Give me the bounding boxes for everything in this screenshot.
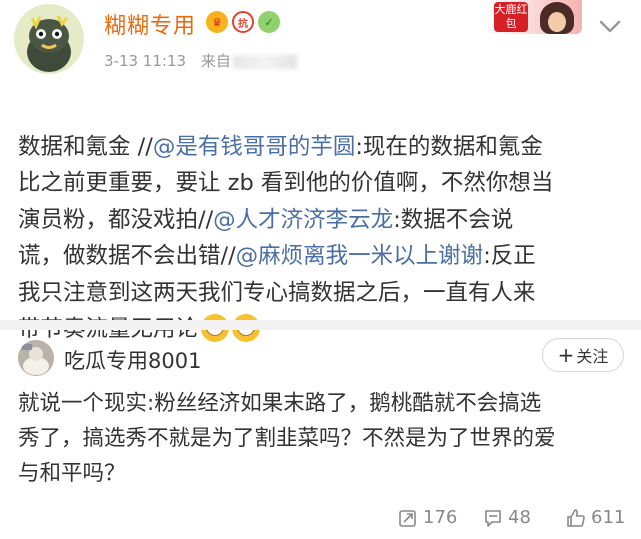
comment-icon — [485, 509, 501, 527]
thumbs-up-icon — [567, 508, 585, 527]
post-source-redacted — [232, 54, 297, 69]
commenter-name[interactable]: 吃瓜专用8001 — [64, 345, 201, 375]
post-time: 3-13 11:13 — [104, 52, 187, 70]
post-text: 数据和氪金 //@是有钱哥哥的芋圆:现在的数据和氪金 比之前更重要，要让 zb … — [18, 92, 623, 348]
commenter-avatar[interactable] — [18, 340, 54, 376]
post-source-label: 来自 — [200, 52, 231, 70]
author-badges: ♛ 抗 ✓ — [206, 11, 280, 33]
comment-count: 48 — [508, 507, 531, 528]
plus-icon: + — [557, 343, 575, 367]
repost-count: 176 — [423, 507, 458, 528]
crown-badge-icon: ♛ — [206, 11, 228, 33]
follow-label: 关注 — [576, 347, 609, 366]
like-button[interactable]: 611 — [566, 507, 625, 528]
repost-icon — [399, 509, 416, 527]
mention-link[interactable]: @人才济济李云龙 — [213, 207, 393, 233]
mention-link[interactable]: @麻烦离我一米以上谢谢 — [236, 243, 484, 269]
verified-badge-icon: ✓ — [258, 11, 280, 33]
post-text-segment: 数据和氪金 // — [18, 133, 153, 160]
comment-button[interactable]: 48 — [483, 507, 531, 528]
follow-button[interactable]: + 关注 — [542, 338, 624, 372]
author-avatar[interactable] — [14, 4, 84, 74]
fan-badge-icon: 抗 — [232, 11, 254, 33]
post-header: 糊糊专用 ♛ 抗 ✓ 3-13 11:13 来自 大鹿红包 — [0, 0, 641, 80]
mention-link[interactable]: @是有钱哥哥的芋圆 — [153, 134, 356, 160]
section-divider — [0, 320, 641, 330]
repost-button[interactable]: 176 — [398, 507, 457, 528]
like-count: 611 — [591, 507, 626, 528]
promo-portrait — [540, 2, 574, 34]
post-meta: 3-13 11:13 来自 — [104, 50, 297, 71]
promo-badge: 大鹿红包 — [494, 2, 528, 32]
chevron-down-icon[interactable] — [597, 16, 623, 36]
comment-text: 就说一个现实:粉丝经济如果末路了，鹅桃酷就不会搞选 秀了，搞选秀不就是为了割韭菜… — [18, 391, 556, 486]
author-name[interactable]: 糊糊专用 — [104, 8, 196, 40]
action-bar: 176 48 611 — [0, 505, 641, 535]
promo-banner[interactable]: 大鹿红包 — [486, 0, 582, 34]
